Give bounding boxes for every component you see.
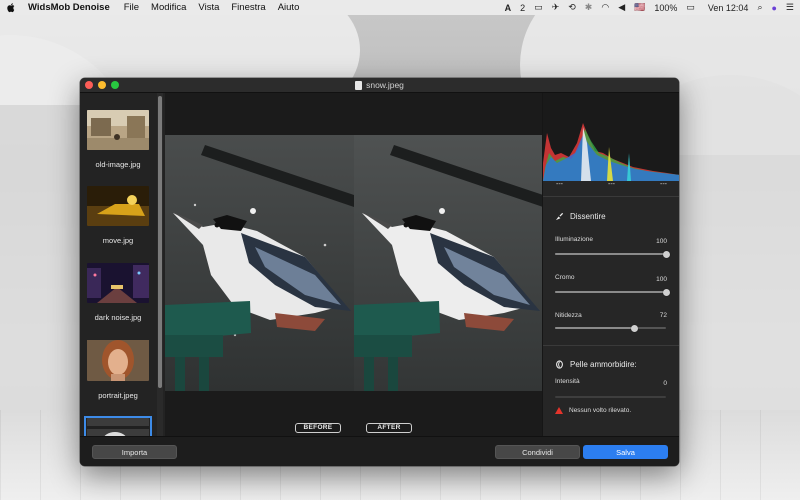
- intensity-label: Intensità: [555, 378, 580, 385]
- menu-modifica[interactable]: Modifica: [151, 2, 186, 13]
- wifi-icon[interactable]: ◠: [601, 2, 609, 13]
- slider-knob[interactable]: [631, 324, 639, 332]
- notification-center-icon[interactable]: ☰: [786, 2, 794, 13]
- title-bar[interactable]: snow.jpeg: [80, 78, 679, 93]
- warning-icon: [555, 407, 563, 414]
- histogram-stat: ---: [556, 181, 563, 188]
- chroma-label: Cromo: [555, 274, 575, 281]
- before-image[interactable]: [165, 135, 354, 391]
- thumbnail-dark-noise[interactable]: dark noise.jpg: [86, 263, 150, 322]
- time-machine-icon[interactable]: ⟲: [568, 2, 576, 13]
- warning-text: Nessun volto rilevato.: [569, 407, 632, 414]
- screen-record-icon[interactable]: ▭: [534, 2, 543, 13]
- thumbnail-portrait[interactable]: portrait.jpeg: [86, 339, 150, 400]
- sharpness-label: Nitidezza: [555, 312, 582, 319]
- sharpness-value: 72: [659, 312, 667, 319]
- app-menu[interactable]: WidsMob Denoise: [28, 2, 110, 13]
- input-badge[interactable]: 2: [520, 3, 525, 13]
- denoise-title: Dissentire: [570, 212, 606, 221]
- thumbnail-image: [87, 186, 149, 226]
- sharpness-slider[interactable]: [555, 324, 666, 332]
- minimize-button[interactable]: [98, 81, 106, 89]
- thumbnail-label: move.jpg: [102, 236, 134, 245]
- scrollbar-thumb[interactable]: [158, 96, 162, 388]
- denoise-section-title: Dissentire: [555, 212, 606, 221]
- slider-fill: [555, 327, 635, 329]
- volume-icon[interactable]: ◀: [618, 2, 625, 13]
- thumbnail-label: portrait.jpeg: [98, 391, 138, 400]
- divider: [543, 196, 679, 197]
- slider-knob[interactable]: [662, 250, 670, 258]
- slider-fill: [555, 291, 666, 293]
- share-button[interactable]: Condividi: [495, 445, 580, 459]
- menu-bar: WidsMob Denoise File Modifica Vista Fine…: [0, 0, 800, 15]
- slider-fill: [555, 253, 666, 255]
- before-toggle-button[interactable]: BEFORE: [295, 423, 341, 433]
- menu-file[interactable]: File: [124, 2, 139, 13]
- thumbnail-move[interactable]: move.jpg: [86, 186, 150, 245]
- adjustments-panel: --- --- --- Dissentire Illuminazione 100…: [542, 93, 679, 436]
- skin-title: Pelle ammorbidire:: [570, 360, 637, 369]
- divider: [543, 345, 679, 346]
- thumbnail-image: [87, 110, 149, 150]
- thumbnail-snow[interactable]: [84, 416, 152, 438]
- battery-percent[interactable]: 100%: [654, 3, 677, 13]
- window-controls: [85, 81, 119, 89]
- flag-icon[interactable]: 🇺🇸: [634, 2, 645, 13]
- face-icon: [556, 360, 563, 369]
- chroma-value: 100: [656, 276, 667, 283]
- preview-frame: [165, 135, 542, 391]
- thumbnail-old-image[interactable]: old-image.jpg: [86, 110, 150, 169]
- skin-section-title: Pelle ammorbidire:: [555, 360, 637, 369]
- status-area: A 2 ▭ ✈ ⟲ ✱ ◠ ◀ 🇺🇸 100% ▭ Ven 12:04 ⌕ ● …: [505, 0, 794, 15]
- window-title: snow.jpeg: [366, 80, 404, 90]
- thumbnail-image: [87, 340, 149, 382]
- apple-icon[interactable]: [6, 2, 16, 13]
- thumbnail-image: [87, 418, 149, 436]
- luminance-value: 100: [656, 238, 667, 245]
- bluetooth-icon[interactable]: ✱: [585, 2, 593, 13]
- histogram-stat: ---: [660, 181, 667, 188]
- thumbnail-image: [87, 263, 149, 303]
- thumbnail-label: dark noise.jpg: [94, 313, 142, 322]
- image-canvas: BEFORE AFTER: [165, 93, 542, 436]
- histogram-stat: ---: [608, 181, 615, 188]
- bottom-toolbar: Importa Condividi Salva: [80, 436, 679, 466]
- histogram: [543, 93, 679, 181]
- histogram-stats: --- --- ---: [543, 181, 679, 195]
- adobe-icon[interactable]: A: [505, 3, 512, 13]
- save-button[interactable]: Salva: [583, 445, 668, 459]
- plane-icon[interactable]: ✈: [552, 2, 560, 13]
- menu-vista[interactable]: Vista: [198, 2, 219, 13]
- brush-icon: [555, 212, 564, 221]
- thumbnail-sidebar: old-image.jpg move.jpg dark noise.jpg po…: [80, 93, 165, 438]
- intensity-slider[interactable]: [555, 396, 666, 398]
- zoom-button[interactable]: [111, 81, 119, 89]
- menu-aiuto[interactable]: Aiuto: [278, 2, 300, 13]
- menu-finestra[interactable]: Finestra: [231, 2, 265, 13]
- after-toggle-button[interactable]: AFTER: [366, 423, 412, 433]
- slider-knob[interactable]: [662, 288, 670, 296]
- document-icon: [355, 80, 363, 90]
- app-window: snow.jpeg old-image.jpg move.jpg dark no…: [80, 78, 679, 466]
- intensity-value: 0: [663, 380, 667, 387]
- thumbnail-label: old-image.jpg: [95, 160, 141, 169]
- luminance-slider[interactable]: [555, 250, 670, 258]
- sidebar-scrollbar[interactable]: [157, 93, 163, 436]
- chroma-slider[interactable]: [555, 288, 670, 296]
- battery-icon[interactable]: ▭: [686, 2, 695, 13]
- import-button[interactable]: Importa: [92, 445, 177, 459]
- face-warning: Nessun volto rilevato.: [555, 407, 631, 414]
- clock[interactable]: Ven 12:04: [708, 3, 749, 13]
- after-image[interactable]: [354, 135, 542, 391]
- siri-icon[interactable]: ●: [771, 3, 776, 13]
- spotlight-icon[interactable]: ⌕: [757, 2, 762, 13]
- close-button[interactable]: [85, 81, 93, 89]
- luminance-label: Illuminazione: [555, 236, 593, 243]
